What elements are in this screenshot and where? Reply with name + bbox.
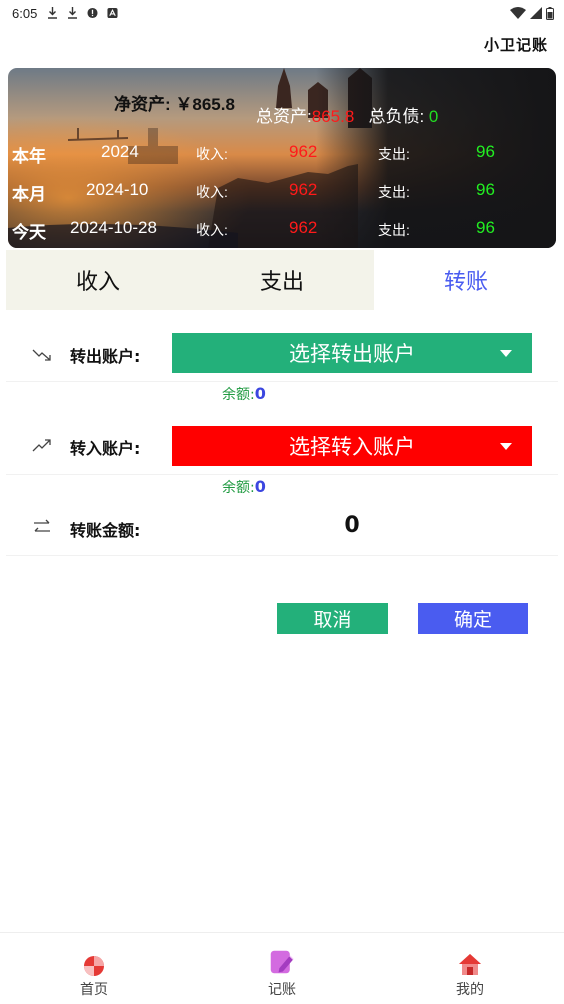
a-icon: [107, 7, 118, 19]
to-account-row: 转入账户: 选择转入账户: [6, 423, 558, 475]
expense-label: 支出:: [378, 146, 410, 162]
row-date: 2024-10-28: [70, 218, 157, 237]
swap-icon: [34, 519, 50, 532]
income-value: 962: [289, 180, 318, 199]
income-label: 收入:: [196, 146, 228, 162]
expense-value: 96: [476, 218, 495, 237]
to-account-select[interactable]: 选择转入账户: [172, 426, 532, 466]
status-bar: 6:05: [0, 0, 564, 26]
nav-mine[interactable]: 我的: [376, 933, 564, 1004]
download-icon: [68, 7, 78, 19]
to-balance: 余额:0: [222, 477, 266, 497]
summary-row-month: 本月 2024-10 收入: 962 支出: 96: [8, 175, 556, 205]
from-account-select-text: 选择转出账户: [289, 342, 415, 366]
expense-label: 支出:: [378, 222, 410, 238]
total-debt-label: 总负债:: [368, 107, 425, 126]
to-balance-label: 余额:: [222, 480, 255, 496]
expense-label: 支出:: [378, 184, 410, 200]
from-account-label: 转出账户:: [70, 347, 141, 366]
from-balance-label: 余额:: [222, 387, 255, 403]
trending-up-icon: [32, 439, 51, 452]
from-account-row: 转出账户: 选择转出账户: [6, 330, 558, 382]
expense-value: 96: [476, 142, 495, 161]
net-assets: 净资产: ￥865.8: [114, 95, 235, 114]
totals-line: 总资产:865.8 总负债: 0: [256, 102, 438, 127]
nav-home[interactable]: 首页: [0, 933, 188, 1004]
income-value: 962: [289, 142, 318, 161]
expense-value: 96: [476, 180, 495, 199]
income-value: 962: [289, 218, 318, 237]
signal-icon: [530, 7, 542, 19]
chevron-down-icon: [500, 350, 512, 357]
pie-chart-icon: [84, 956, 104, 976]
trending-down-icon: [32, 349, 51, 361]
wifi-icon: [510, 7, 526, 19]
to-account-label: 转入账户:: [70, 439, 141, 458]
from-balance-value: 0: [254, 384, 266, 403]
total-debt-value: 0: [428, 107, 439, 126]
status-time: 6:05: [12, 5, 38, 21]
cancel-button[interactable]: 取消: [277, 603, 388, 634]
tab-transfer[interactable]: 转账: [374, 250, 558, 310]
to-account-select-text: 选择转入账户: [289, 435, 415, 459]
tab-income[interactable]: 收入: [6, 250, 190, 310]
row-label: 今天: [12, 223, 46, 242]
alert-icon: [87, 7, 98, 19]
summary-row-today: 今天 2024-10-28 收入: 962 支出: 96: [8, 213, 556, 243]
from-balance: 余额:0: [222, 384, 266, 404]
summary-banner: 净资产: ￥865.8 总资产:865.8 总负债: 0 本年 2024 收入:…: [8, 68, 556, 248]
notebook-pen-icon: [270, 950, 294, 974]
total-assets-label: 总资产:: [256, 107, 312, 126]
nav-mine-label: 我的: [456, 982, 484, 998]
income-label: 收入:: [196, 184, 228, 200]
confirm-button[interactable]: 确定: [418, 603, 528, 634]
row-label: 本月: [12, 185, 46, 204]
income-label: 收入:: [196, 222, 228, 238]
home-icon: [459, 954, 481, 975]
total-assets-value: 865.8: [311, 107, 355, 126]
amount-input[interactable]: 0: [172, 505, 532, 545]
app-screen: 6:05 小卫记账 净资产: ￥865.8 总资产:865.8 总负债: 0 本…: [0, 0, 564, 1004]
row-label: 本年: [12, 147, 46, 166]
app-title: 小卫记账: [483, 36, 548, 54]
bottom-nav: 首页 记账 我的: [0, 932, 564, 1004]
download-icon: [48, 7, 58, 19]
row-date: 2024: [101, 142, 139, 161]
chevron-down-icon: [500, 443, 512, 450]
summary-row-year: 本年 2024 收入: 962 支出: 96: [8, 137, 556, 167]
to-balance-value: 0: [254, 477, 266, 496]
row-date: 2024-10: [86, 180, 149, 199]
nav-home-label: 首页: [80, 982, 108, 998]
amount-row: 转账金额: 0: [6, 503, 558, 556]
battery-icon: [546, 6, 554, 20]
nav-record-label: 记账: [268, 982, 296, 998]
amount-label: 转账金额:: [70, 521, 141, 540]
from-account-select[interactable]: 选择转出账户: [172, 333, 532, 373]
tab-expense[interactable]: 支出: [190, 250, 374, 310]
nav-record[interactable]: 记账: [188, 933, 376, 1004]
tab-bar: 收入 支出 转账: [6, 250, 558, 310]
